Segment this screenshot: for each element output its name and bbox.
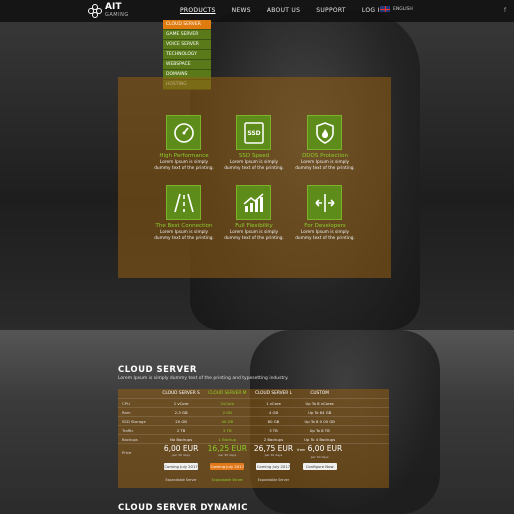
feature-title: Full Flexibility bbox=[235, 223, 273, 229]
button-row: Coming July 2017 Coming July 2017 Coming… bbox=[118, 463, 389, 470]
feature-desc: Lorem Ipsum is simply dummy text of the p… bbox=[154, 160, 214, 171]
menu-webspace[interactable]: WEBSPACE bbox=[163, 60, 211, 70]
shield-fire-icon bbox=[307, 115, 342, 150]
brand-tagline: GAMING bbox=[105, 12, 129, 18]
features-panel: High Performance Lorem Ipsum is simply du… bbox=[118, 77, 391, 278]
price-l: 26,75 EUR per 30 days bbox=[253, 444, 294, 457]
logo-icon bbox=[88, 4, 102, 18]
language-selector[interactable]: ENGLISH bbox=[380, 6, 413, 12]
feature-title: High Performance bbox=[159, 153, 209, 159]
feature-high-performance: High Performance Lorem Ipsum is simply du… bbox=[144, 115, 224, 172]
section-title-dynamic: CLOUD SERVER DYNAMIC bbox=[118, 503, 249, 513]
menu-technology[interactable]: TECHNOLOGY bbox=[163, 50, 211, 60]
expandable-link[interactable] bbox=[297, 478, 343, 482]
feature-full-flexibility: Full Flexibility Lorem Ipsum is simply du… bbox=[214, 185, 294, 242]
column-header: CLOUD SERVER L bbox=[254, 391, 292, 396]
configure-button[interactable]: Configure Now bbox=[302, 463, 337, 470]
feature-desc: Lorem Ipsum is simply dummy text of the p… bbox=[295, 160, 355, 171]
order-l-button[interactable]: Coming July 2017 bbox=[256, 463, 291, 470]
menu-game-server[interactable]: GAME SERVER bbox=[163, 30, 211, 40]
column-header: CLOUD SERVER S bbox=[162, 391, 200, 396]
feature-best-connection: The Best Connection Lorem Ipsum is simpl… bbox=[144, 185, 224, 242]
price-m: 16,25 EUR per 30 days bbox=[207, 444, 247, 457]
price-row: 6,00 EUR per 30 days 16,25 EUR per 30 da… bbox=[118, 444, 389, 459]
growth-chart-icon bbox=[236, 185, 271, 220]
menu-voice-server[interactable]: VOICE SERVER bbox=[163, 40, 211, 50]
section-title: CLOUD SERVER bbox=[118, 365, 197, 375]
expandable-link[interactable]: Expandable Server bbox=[250, 478, 296, 482]
feature-for-developers: For Developers Lorem Ipsum is simply dumm… bbox=[285, 185, 365, 242]
feature-desc: Lorem Ipsum is simply dummy text of the p… bbox=[224, 160, 284, 171]
road-icon bbox=[166, 185, 201, 220]
ssd-icon-label: SSD bbox=[247, 130, 260, 137]
order-s-button[interactable]: Coming July 2017 bbox=[164, 463, 199, 470]
feature-ddos-protection: DDOS Protection Lorem Ipsum is simply dum… bbox=[285, 115, 365, 172]
menu-cloud-server[interactable]: CLOUD SERVER bbox=[163, 20, 211, 30]
feature-title: SSD Speed bbox=[238, 153, 270, 159]
nav-about-us[interactable]: ABOUT US bbox=[259, 0, 308, 22]
feature-desc: Lorem Ipsum is simply dummy text of the p… bbox=[154, 230, 214, 241]
pricing-table: CLOUD SERVER S CLOUD SERVER M CLOUD SERV… bbox=[118, 389, 389, 488]
feature-title: DDOS Protection bbox=[302, 153, 348, 159]
feature-desc: Lorem Ipsum is simply dummy text of the p… bbox=[295, 230, 355, 241]
arrows-icon bbox=[307, 185, 342, 220]
main-nav: PRODUCTS NEWS ABOUT US SUPPORT LOG IN bbox=[172, 0, 392, 22]
feature-ssd-speed: SSD SSD Speed Lorem Ipsum is simply dummy… bbox=[214, 115, 294, 172]
feature-desc: Lorem Ipsum is simply dummy text of the p… bbox=[224, 230, 284, 241]
uk-flag-icon bbox=[380, 6, 390, 12]
section-subtitle: Lorem Ipsum is simply dummy text of the … bbox=[118, 376, 289, 381]
column-header: CLOUD SERVER M bbox=[208, 391, 247, 396]
nav-support[interactable]: SUPPORT bbox=[308, 0, 354, 22]
language-label: ENGLISH bbox=[393, 6, 413, 12]
nav-products[interactable]: PRODUCTS bbox=[172, 0, 224, 22]
ssd-icon: SSD bbox=[236, 115, 271, 150]
nav-news[interactable]: NEWS bbox=[224, 0, 259, 22]
table-header: CLOUD SERVER S CLOUD SERVER M CLOUD SERV… bbox=[118, 389, 389, 398]
brand-name: AIT bbox=[105, 2, 122, 12]
price-custom: from 6,00 EUR per 30 days bbox=[297, 444, 343, 459]
expandable-link[interactable]: Expandable Server bbox=[204, 478, 250, 482]
logo[interactable]: AIT GAMING bbox=[88, 2, 129, 20]
feature-title: For Developers bbox=[304, 223, 346, 229]
price-s: 6,00 EUR per 30 days bbox=[163, 444, 199, 457]
feature-title: The Best Connection bbox=[155, 223, 213, 229]
facebook-icon[interactable]: f bbox=[504, 7, 506, 14]
column-header: CUSTOM bbox=[310, 391, 329, 396]
top-navigation-bar: AIT GAMING PRODUCTS NEWS ABOUT US SUPPOR… bbox=[0, 0, 514, 22]
expandable-link[interactable]: Expandable Server bbox=[158, 478, 204, 482]
gauge-icon bbox=[166, 115, 201, 150]
link-row: Expandable Server Expandable Server Expa… bbox=[118, 478, 389, 482]
order-m-button[interactable]: Coming July 2017 bbox=[210, 463, 245, 470]
